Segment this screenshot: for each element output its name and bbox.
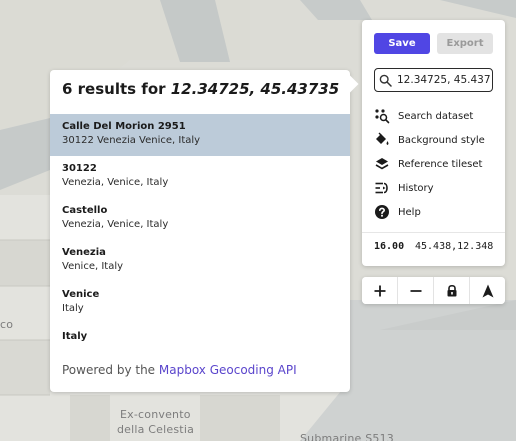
result-name: 30122 [62, 163, 97, 174]
result-item[interactable]: Italy [50, 324, 350, 366]
menu-search-dataset[interactable]: Search dataset [374, 104, 485, 128]
export-button[interactable]: Export [437, 33, 493, 54]
result-item[interactable]: 30122 Venezia, Venice, Italy [50, 156, 350, 198]
paint-bucket-icon [376, 132, 389, 145]
search-icon [379, 74, 392, 87]
lock-icon [447, 284, 456, 297]
zoom-out-button[interactable] [398, 277, 434, 304]
compass-button[interactable] [470, 277, 505, 304]
results-query-coords: 12.34725, 45.43735 [170, 80, 340, 98]
save-button[interactable]: Save [374, 33, 430, 54]
help-icon [375, 205, 389, 219]
menu-label: Reference tileset [398, 158, 483, 170]
menu-reference-tileset[interactable]: Reference tileset [374, 152, 485, 176]
powered-by-text: Powered by the [62, 363, 159, 377]
result-item[interactable]: Venezia Venice, Italy [50, 240, 350, 282]
minus-icon [410, 289, 421, 292]
result-name: Italy [62, 331, 88, 342]
menu-help[interactable]: Help [374, 200, 485, 224]
map-navigation-controls [362, 277, 505, 304]
results-title: 6 results for 12.34725, 45.43735 [62, 80, 339, 98]
menu-label: Background style [398, 134, 485, 146]
result-item[interactable]: Calle Del Morion 2951 30122 Venezia Veni… [50, 114, 350, 156]
menu-label: Search dataset [398, 110, 474, 122]
panel-divider [362, 232, 505, 233]
result-address: 30122 Venezia Venice, Italy [62, 135, 201, 146]
search-input[interactable] [397, 71, 491, 89]
result-item[interactable]: Venice Italy [50, 282, 350, 324]
menu-label: Help [398, 206, 421, 218]
panel-menu: Search dataset Background style Referenc… [374, 104, 485, 224]
geocoding-api-link[interactable]: Mapbox Geocoding API [159, 363, 297, 377]
result-address: Venezia, Venice, Italy [62, 177, 169, 188]
history-icon [375, 182, 388, 194]
lock-button[interactable] [434, 277, 470, 304]
zoom-in-button[interactable] [362, 277, 398, 304]
result-address: Venice, Italy [62, 261, 124, 272]
map-label-fragment: co [0, 318, 14, 331]
map-label-submarine: Submarine S513 [300, 432, 394, 441]
tileset-icon [375, 158, 389, 170]
result-item[interactable]: Castello Venezia, Venice, Italy [50, 198, 350, 240]
map-label-della-celestia: della Celestia [117, 423, 195, 436]
menu-history[interactable]: History [374, 176, 485, 200]
menu-label: History [398, 182, 434, 194]
powered-by: Powered by the Mapbox Geocoding API [62, 363, 297, 377]
zoom-level: 16.00 [374, 241, 405, 252]
result-name: Venezia [62, 247, 106, 258]
result-name: Castello [62, 205, 108, 216]
result-name: Venice [62, 289, 100, 300]
result-address: Venezia, Venice, Italy [62, 219, 169, 230]
results-count-text: 6 results for [62, 80, 171, 98]
result-name: Calle Del Morion 2951 [62, 121, 186, 132]
result-address: Italy [62, 303, 84, 314]
plus-icon [374, 285, 385, 296]
search-box[interactable] [374, 68, 493, 92]
map-label-ex-convento: Ex-convento [120, 408, 191, 421]
control-panel: Save Export Search dataset Back [362, 20, 505, 266]
compass-arrow-icon [482, 284, 493, 297]
geocode-results-popup: 6 results for 12.34725, 45.43735 Calle D… [50, 70, 350, 392]
search-dataset-icon [375, 109, 390, 124]
menu-background-style[interactable]: Background style [374, 128, 485, 152]
results-list: Calle Del Morion 2951 30122 Venezia Veni… [50, 114, 350, 366]
map-center-coords: 45.438,12.348 [415, 241, 494, 252]
